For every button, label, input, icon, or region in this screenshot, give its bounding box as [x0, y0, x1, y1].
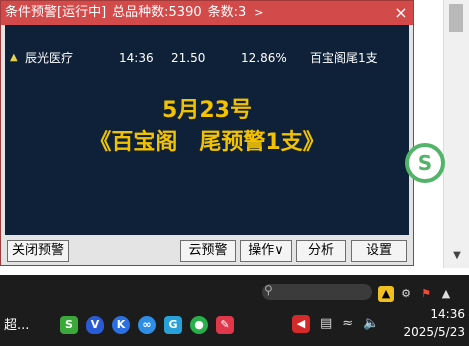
app-tray-icon[interactable]: ▲ — [378, 286, 394, 302]
clock-date: 2025/5/23 — [403, 325, 465, 339]
cloud-alert-button[interactable]: 云预警 — [180, 240, 236, 262]
usb-icon[interactable]: ▤ — [320, 316, 332, 331]
tray-bottom-row: ◀ ▤ ≈ 🔈 — [292, 315, 389, 333]
button-bar: 关闭预警 云预警 操作∨ 分析 设置 — [5, 237, 409, 265]
search-icon: ⚲ — [264, 283, 273, 297]
change-percent: 12.86% — [241, 51, 287, 65]
alert-condition: 百宝阁尾1支 — [310, 51, 378, 65]
taskbar-search-box[interactable] — [262, 284, 372, 300]
double-up-arrow-icon: ▲ — [10, 52, 18, 63]
close-alert-button[interactable]: 关闭预警 — [7, 240, 69, 262]
title-bar[interactable]: 条件预警[运行中] 总品种数:5390 条数:3 > — [1, 1, 413, 25]
alert-list: ▲ 辰光医疗 14:36 21.50 12.86% 百宝阁尾1支 5月23号 《… — [5, 25, 409, 235]
red-app-icon[interactable]: ◀ — [292, 315, 310, 333]
alert-window: 条件预警[运行中] 总品种数:5390 条数:3 > × ▲ 辰光医疗 14:36 2… — [0, 0, 414, 266]
headline-overlay: 5月23号 《百宝阁 尾预警1支》 — [5, 95, 409, 159]
taskbar-pinned-apps: S V K ∞ G ● ✎ — [60, 313, 242, 334]
browser-icon[interactable]: G — [164, 316, 182, 334]
chat-icon[interactable]: ● — [190, 316, 208, 334]
analyze-button[interactable]: 分析 — [296, 240, 346, 262]
stock-app-icon[interactable]: S — [60, 316, 78, 334]
scrollbar[interactable]: ▼ — [443, 0, 469, 268]
clock[interactable]: 14:36 2025/5/23 — [403, 305, 465, 341]
gear-icon[interactable]: ⚙ — [398, 286, 414, 302]
close-button[interactable]: × — [392, 4, 410, 22]
taskbar-app-label[interactable]: 超... — [4, 314, 29, 333]
antenna-icon[interactable]: ▲ — [438, 286, 454, 302]
scroll-down-arrow-icon[interactable]: ▼ — [444, 248, 469, 264]
wifi-icon[interactable]: ≈ — [342, 316, 353, 331]
title-status: 条件预警[运行中] — [5, 5, 107, 20]
settings-button[interactable]: 设置 — [351, 240, 407, 262]
clock-time: 14:36 — [430, 307, 465, 321]
operate-dropdown-button[interactable]: 操作∨ — [240, 240, 292, 262]
scroll-thumb[interactable] — [449, 4, 463, 32]
headline-title: 《百宝阁 尾预警1支》 — [89, 130, 325, 155]
alert-row[interactable]: ▲ 辰光医疗 14:36 21.50 12.86% 百宝阁尾1支 — [5, 49, 409, 67]
stock-price: 21.50 — [171, 51, 206, 65]
cloud-icon[interactable]: ∞ — [138, 316, 156, 334]
floating-app-logo-icon[interactable]: S — [405, 143, 445, 183]
chevron-right-icon[interactable]: > — [254, 6, 263, 19]
flag-icon[interactable]: ⚑ — [418, 286, 434, 302]
title-row-count: 条数:3 — [207, 5, 247, 20]
headline-date: 5月23号 — [162, 98, 252, 123]
title-total-count: 总品种数:5390 — [112, 5, 202, 20]
taskbar: ⚲ ▲ ⚙ ⚑ ▲ 超... S V K ∞ G ● ✎ ◀ ▤ ≈ 🔈 14:36 2025/5/23 — [0, 275, 469, 346]
pen-app-icon[interactable]: ✎ — [216, 316, 234, 334]
shield-icon[interactable]: V — [86, 316, 104, 334]
stock-name: 辰光医疗 — [25, 51, 74, 65]
alert-time: 14:36 — [119, 51, 154, 65]
tray-top-row: ▲ ⚙ ⚑ ▲ — [378, 282, 458, 302]
k-app-icon[interactable]: K — [112, 316, 130, 334]
volume-icon[interactable]: 🔈 — [363, 316, 379, 331]
